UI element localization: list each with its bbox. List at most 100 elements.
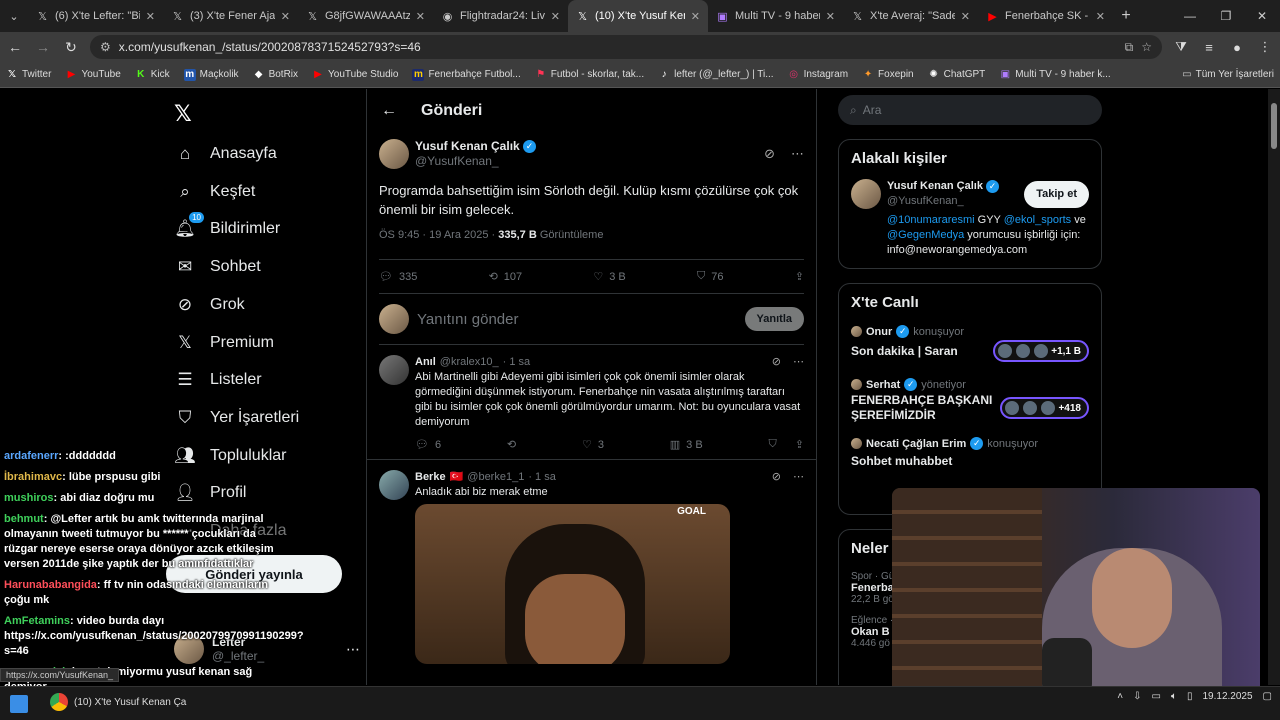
reload-icon[interactable]: ↻: [62, 39, 80, 56]
person-handle[interactable]: @YusufKenan_: [887, 194, 999, 209]
nav-notifications[interactable]: 🔔︎ 10 Bildirimler: [174, 212, 280, 240]
network-icon[interactable]: ▭: [1152, 691, 1161, 702]
bookmark[interactable]: m Fenerbahçe Futbol...: [412, 68, 521, 81]
profile-avatar-icon[interactable]: ●: [1228, 40, 1246, 55]
follow-button[interactable]: Takip et: [1024, 180, 1089, 208]
bookmark-icon[interactable]: ⛉: [768, 438, 776, 451]
author-handle[interactable]: @kralex10_: [440, 356, 499, 368]
tab[interactable]: ▣Multi TV - 9 haber k✕: [708, 0, 843, 32]
nav-grok[interactable]: ⊘ Grok: [174, 294, 245, 316]
close-icon[interactable]: ✕: [281, 10, 290, 23]
post-time[interactable]: · 1 sa: [528, 471, 556, 483]
share-button[interactable]: ⇪: [795, 270, 804, 283]
clock-date[interactable]: 19.12.2025: [1202, 691, 1252, 702]
close-icon[interactable]: ✕: [551, 10, 560, 23]
bookmark[interactable]: ⚑ Futbol - skorlar, tak...: [535, 69, 644, 81]
all-bookmarks[interactable]: ▭ Tüm Yer İşaretleri: [1182, 69, 1274, 80]
chevron-up-icon[interactable]: ˄: [1117, 691, 1123, 702]
reply-post[interactable]: Berke 🇹🇷 @berke1_1 · 1 sa ⊘ ⋯ Anladık ab…: [367, 460, 816, 680]
live-item[interactable]: Onur ✓ konuşuyor Son dakika | Saran +1,1 B: [851, 325, 1089, 362]
scrollbar-thumb[interactable]: [1271, 103, 1277, 149]
bookmark[interactable]: m Maçkolik: [183, 68, 239, 81]
bookmark[interactable]: ✺ ChatGPT: [928, 69, 985, 81]
nav-explore[interactable]: ⌕ Keşfet: [174, 181, 255, 203]
nav-home[interactable]: ⌂ Anasayfa: [174, 143, 277, 165]
nav-lists[interactable]: ☰ Listeler: [174, 369, 261, 391]
nav-premium[interactable]: 𝕏 Premium: [174, 332, 274, 354]
close-icon[interactable]: ✕: [146, 10, 155, 23]
tab[interactable]: 𝕏G8jfGWAWAAAtzVC✕: [298, 0, 433, 32]
bookmark[interactable]: ◆ BotRix: [253, 69, 298, 81]
share-icon[interactable]: ⇪: [795, 438, 804, 451]
taskbar-app[interactable]: (10) X'te Yusuf Kenan Ça: [50, 693, 186, 711]
close-icon[interactable]: ✕: [416, 10, 425, 23]
bookmark-button[interactable]: ⛉ 76: [697, 270, 724, 283]
more-icon[interactable]: ⋯: [791, 146, 804, 162]
bookmark[interactable]: K Kick: [135, 69, 170, 81]
avatar[interactable]: [379, 355, 409, 385]
bookmark[interactable]: ▶ YouTube Studio: [312, 69, 398, 81]
back-arrow-icon[interactable]: ←: [381, 102, 397, 120]
nav-messages[interactable]: ✉ Sohbet: [174, 256, 261, 278]
close-icon[interactable]: ✕: [961, 10, 970, 23]
maximize-icon[interactable]: ❐: [1208, 9, 1244, 23]
bookmark[interactable]: ✦ Foxepin: [862, 69, 914, 81]
url-bar[interactable]: ⚙ x.com/yusufkenan_/status/2002087837152…: [90, 35, 1162, 59]
tab-search-button[interactable]: ⌄: [0, 0, 28, 32]
tab[interactable]: ◉Flightradar24: Live Fli✕: [433, 0, 568, 32]
close-icon[interactable]: ✕: [1096, 10, 1105, 23]
tab[interactable]: 𝕏X'te Averaj: "Sadetti✕: [843, 0, 978, 32]
author-name[interactable]: Yusuf Kenan Çalık: [415, 139, 520, 153]
bookmark[interactable]: ◎ Instagram: [788, 69, 848, 81]
post-time[interactable]: ÖS 9:45 · 19 Ara 2025 ·: [379, 229, 498, 241]
author-name[interactable]: Berke: [415, 471, 446, 483]
post-time[interactable]: · 1 sa: [503, 356, 531, 368]
forward-icon[interactable]: →: [34, 39, 52, 55]
grok-icon[interactable]: ⊘: [772, 355, 781, 368]
battery-icon[interactable]: ▯: [1187, 691, 1193, 702]
search-input[interactable]: ⌕ Ara: [838, 95, 1102, 125]
reply-button[interactable]: 💬︎ 6: [415, 438, 441, 452]
repost-button[interactable]: ⟲ 107: [489, 270, 523, 284]
live-item[interactable]: Necati Çağlan Erim ✓ konuşuyor Sohbet muha…: [851, 437, 1089, 468]
live-item[interactable]: Serhat ✓ yönetiyor FENERBAHÇE BAŞKANI ŞERE…: [851, 378, 1089, 423]
scrollbar[interactable]: [1268, 89, 1280, 685]
star-icon[interactable]: ☆: [1141, 40, 1152, 54]
author-name[interactable]: Anıl: [415, 356, 436, 368]
repost-button[interactable]: ⟲: [507, 438, 516, 451]
back-icon[interactable]: ←: [6, 39, 24, 55]
like-button[interactable]: ♡ 3 B: [593, 270, 625, 284]
site-info-icon[interactable]: ⚙: [100, 40, 111, 54]
avatar[interactable]: [379, 470, 409, 500]
start-icon[interactable]: [10, 695, 28, 713]
person-name[interactable]: Yusuf Kenan Çalık: [887, 180, 983, 192]
media-icon[interactable]: ≡: [1200, 40, 1218, 55]
views-button[interactable]: ▥ 3 B: [670, 438, 703, 452]
close-window-icon[interactable]: ✕: [1244, 9, 1280, 23]
more-icon[interactable]: ⋯: [793, 470, 804, 483]
bookmark[interactable]: ▶ YouTube: [65, 69, 121, 81]
grok-icon[interactable]: ⊘: [764, 146, 775, 162]
like-button[interactable]: ♡ 3: [582, 438, 604, 452]
minimize-icon[interactable]: —: [1172, 9, 1208, 23]
bookmark[interactable]: ▣ Multi TV - 9 haber k...: [999, 69, 1111, 81]
avatar[interactable]: [379, 139, 409, 169]
install-icon[interactable]: ⧉: [1125, 40, 1134, 55]
extensions-icon[interactable]: ⧩: [1172, 39, 1190, 55]
reply-post[interactable]: Anıl @kralex10_ · 1 sa ⊘ ⋯ Abi Martinell…: [367, 345, 816, 460]
close-icon[interactable]: ✕: [691, 10, 700, 23]
more-icon[interactable]: ⋯: [793, 355, 804, 368]
reply-button[interactable]: 💬︎ 335: [379, 270, 417, 284]
author-handle[interactable]: @YusufKenan_: [415, 154, 536, 169]
grok-icon[interactable]: ⊘: [772, 470, 781, 483]
avatar[interactable]: [851, 179, 881, 209]
bookmark[interactable]: 𝕏 Twitter: [6, 69, 51, 81]
gif-media[interactable]: GOAL: [415, 504, 730, 664]
tab[interactable]: ▶Fenerbahçe SK - You✕: [978, 0, 1113, 32]
tab[interactable]: 𝕏(6) X'te Lefter: "Bir şe✕: [28, 0, 163, 32]
tab[interactable]: 𝕏(3) X'te Fener Ajans✕: [163, 0, 298, 32]
bookmark[interactable]: ♪ lefter (@_lefter_) | Ti...: [658, 69, 774, 81]
nav-bookmarks[interactable]: ⛉ Yer İşaretleri: [174, 407, 300, 429]
tab-active[interactable]: 𝕏(10) X'te Yusuf Kenan✕: [568, 0, 708, 32]
x-logo-icon[interactable]: 𝕏: [174, 101, 192, 127]
